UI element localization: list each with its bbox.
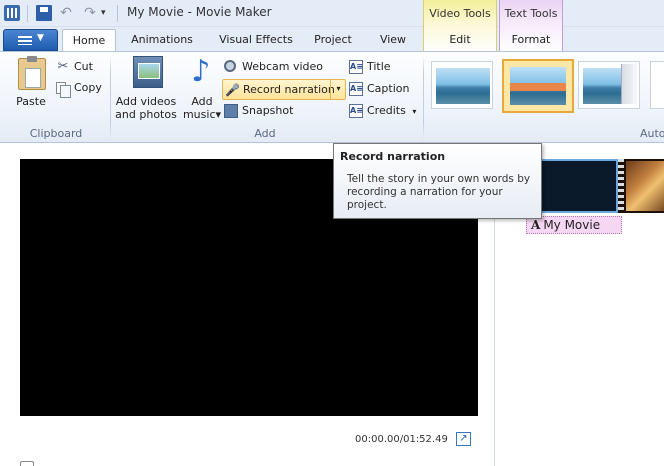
- title-label: Title: [367, 60, 391, 73]
- tooltip-body: Tell the story in your own words by reco…: [347, 173, 531, 211]
- caption-button[interactable]: A≡ Caption: [347, 79, 417, 99]
- chevron-down-icon: ▾: [412, 107, 417, 116]
- theme-page-fold: [621, 64, 637, 104]
- qat-separator: [27, 5, 28, 22]
- add-videos-label-line1: Add videos: [115, 95, 177, 108]
- tab-home[interactable]: Home: [62, 29, 116, 53]
- add-music-button[interactable]: Add music▾: [181, 95, 223, 121]
- title-bar: ↶ ↷ ▾ My Movie - Movie Maker: [0, 0, 664, 27]
- ribbon-tab-row: ▼ Home Animations Visual Effects Project…: [0, 27, 664, 53]
- theme-preview-image: [436, 68, 490, 104]
- snapshot-button[interactable]: Snapshot: [222, 101, 338, 121]
- webcam-icon: [224, 60, 236, 72]
- tooltip-title: Record narration: [340, 150, 446, 163]
- record-narration-button[interactable]: 🎤 Record narration: [222, 79, 346, 100]
- add-group-label: Add: [254, 127, 276, 140]
- record-narration-dropdown[interactable]: ▾: [330, 79, 346, 100]
- checkbox[interactable]: [20, 461, 34, 466]
- automovie-themes-gallery: [428, 57, 664, 117]
- automovie-group-label: Auto: [640, 127, 664, 140]
- save-icon[interactable]: [36, 5, 52, 21]
- record-narration-label: Record narration: [243, 83, 335, 96]
- paste-button[interactable]: Paste: [10, 95, 52, 108]
- text-item-icon: A: [531, 218, 541, 232]
- webcam-video-label: Webcam video: [242, 60, 324, 73]
- tab-animations[interactable]: Animations: [122, 29, 202, 52]
- add-videos-label-line2: and photos: [115, 108, 177, 121]
- chevron-down-icon: ▾: [215, 108, 222, 121]
- ribbon: Paste ✂ Cut Copy Clipboard Add videos an…: [0, 51, 664, 143]
- window-title: My Movie - Movie Maker: [127, 5, 272, 19]
- tab-visual-effects[interactable]: Visual Effects: [210, 29, 302, 52]
- theme-thumbnail[interactable]: [578, 61, 640, 109]
- caption-icon: A≡: [349, 82, 363, 96]
- qat-separator: [117, 5, 118, 22]
- tab-edit[interactable]: Edit: [423, 29, 497, 52]
- tab-view[interactable]: View: [367, 29, 419, 52]
- file-menu-button[interactable]: ▼: [3, 29, 58, 51]
- time-display: 00:00.00/01:52.49: [355, 434, 448, 445]
- storyboard-clip[interactable]: [618, 159, 664, 213]
- music-note-icon[interactable]: ♪: [190, 56, 212, 88]
- title-caption-text: My Movie: [543, 218, 601, 232]
- undo-icon[interactable]: ↶: [58, 5, 74, 21]
- paste-icon[interactable]: [18, 56, 46, 90]
- chevron-down-icon: ▼: [37, 33, 44, 43]
- clipboard-group-label: Clipboard: [29, 127, 83, 140]
- theme-thumbnail[interactable]: [431, 61, 493, 109]
- film-photo-icon[interactable]: [133, 56, 163, 88]
- title-icon: A≡: [349, 60, 363, 74]
- tooltip: Record narration Tell the story in your …: [333, 143, 542, 219]
- cut-label: Cut: [74, 60, 93, 73]
- caption-label: Caption: [367, 82, 410, 95]
- video-tools-label: Video Tools: [429, 7, 491, 20]
- group-separator: [423, 56, 424, 140]
- microphone-icon: 🎤: [225, 83, 240, 97]
- webcam-video-button[interactable]: Webcam video: [222, 57, 338, 77]
- title-button[interactable]: A≡ Title: [347, 57, 417, 77]
- add-videos-and-photos-button[interactable]: Add videos and photos: [114, 95, 178, 121]
- snapshot-label: Snapshot: [242, 104, 294, 117]
- add-music-label-line1: Add: [191, 95, 213, 108]
- copy-icon: [56, 82, 71, 98]
- tab-format[interactable]: Format: [499, 29, 563, 52]
- text-tools-label: Text Tools: [504, 7, 558, 20]
- theme-thumbnail-selected[interactable]: [502, 59, 574, 113]
- theme-thumbnail[interactable]: [650, 61, 664, 109]
- add-music-label-line2: music: [182, 108, 216, 121]
- customize-qat-icon[interactable]: ▾: [101, 5, 111, 21]
- copy-button[interactable]: Copy: [54, 78, 106, 98]
- credits-icon: A≡: [349, 104, 363, 118]
- cut-button[interactable]: ✂ Cut: [54, 57, 106, 77]
- group-separator: [110, 56, 111, 140]
- menu-icon: [18, 36, 32, 45]
- camera-icon: [224, 104, 238, 118]
- app-icon[interactable]: [4, 5, 20, 21]
- credits-label: Credits: [367, 104, 406, 117]
- credits-button[interactable]: A≡ Credits ▾: [347, 101, 421, 121]
- fullscreen-icon[interactable]: ↗: [456, 432, 471, 446]
- theme-banner: [510, 83, 566, 91]
- tab-project[interactable]: Project: [305, 29, 361, 52]
- scissors-icon: ✂: [57, 59, 69, 74]
- copy-label: Copy: [74, 81, 102, 94]
- redo-icon[interactable]: ↷: [82, 5, 98, 21]
